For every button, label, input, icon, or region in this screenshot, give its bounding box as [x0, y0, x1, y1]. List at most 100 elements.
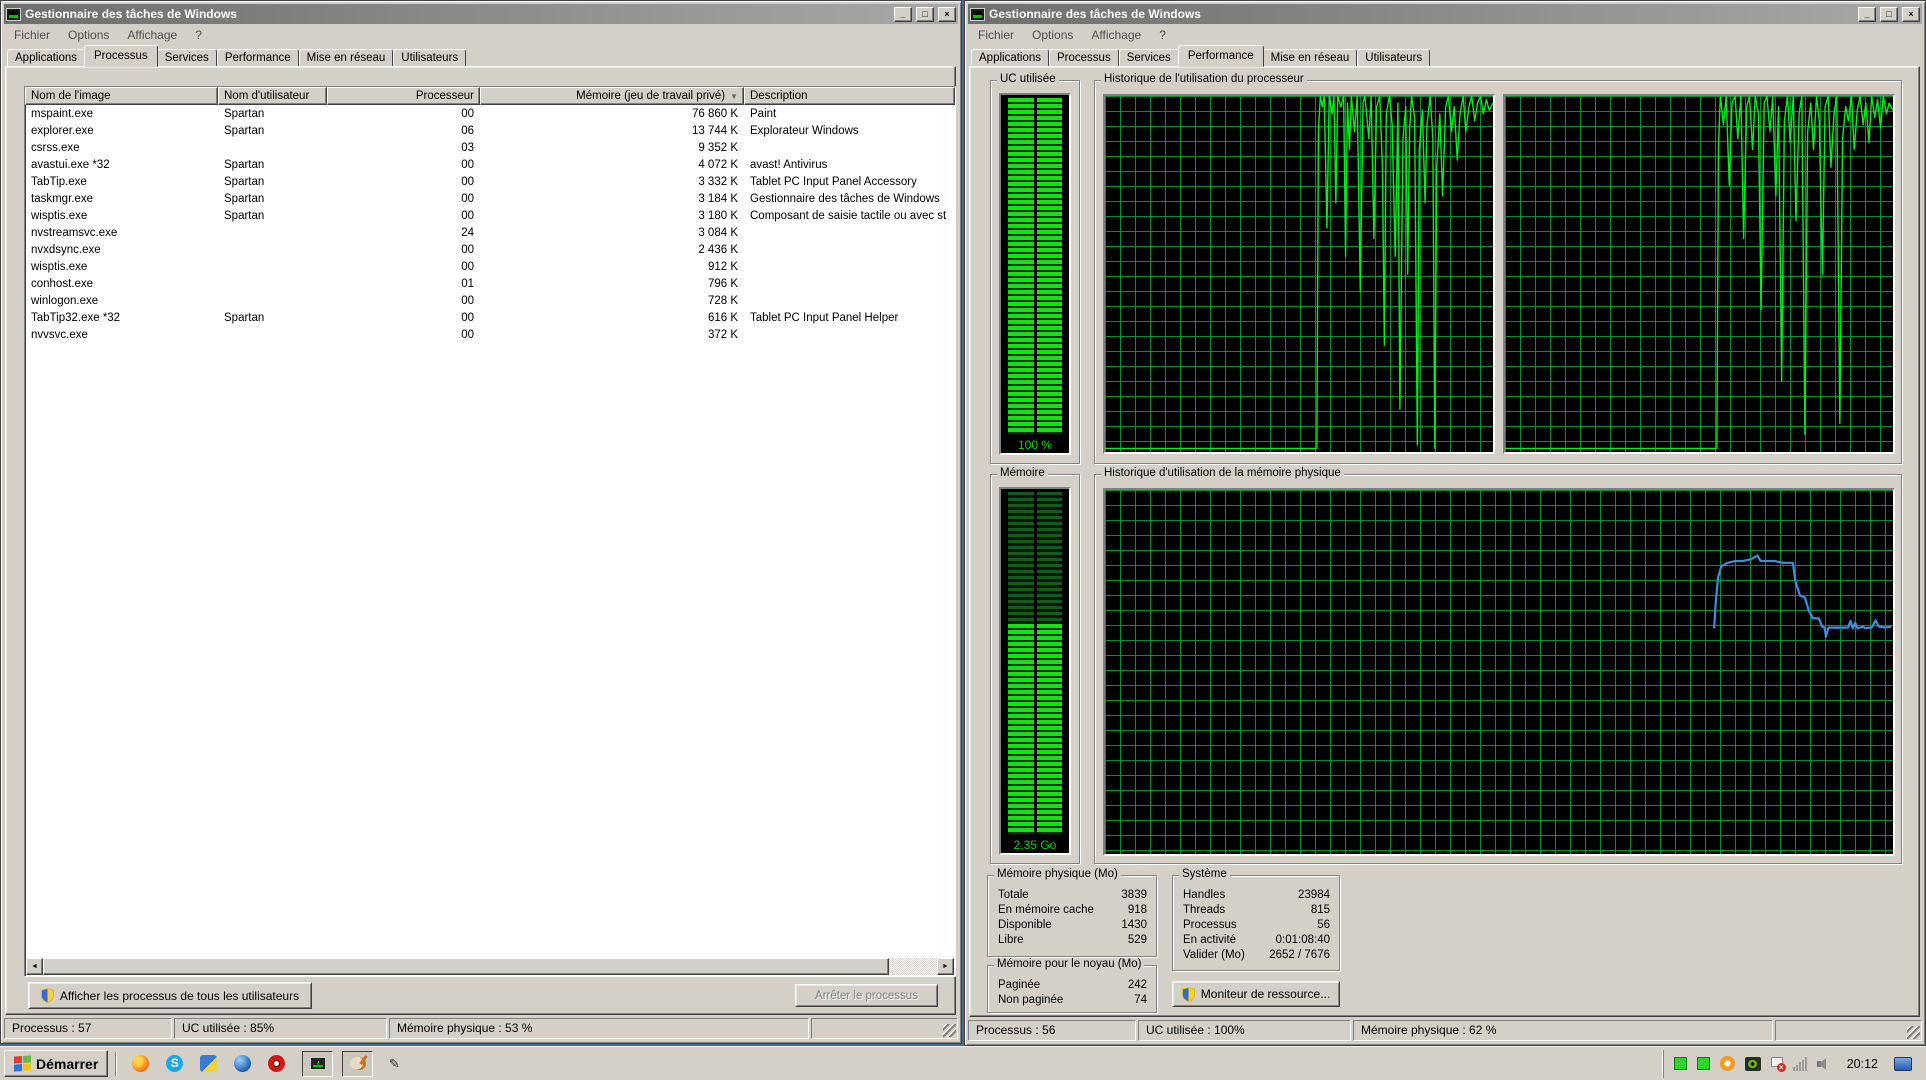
column-header-nom-de-l-image[interactable]: Nom de l'image — [25, 87, 218, 105]
tray-green-status-icon[interactable] — [1696, 1057, 1710, 1070]
tab-processus[interactable]: Processus — [1049, 49, 1119, 67]
tab-processus[interactable]: Processus — [84, 45, 158, 67]
menu-item-fichier[interactable]: Fichier — [969, 27, 1023, 43]
cell: 3 332 K — [698, 175, 738, 188]
stat-row: Totale 3839 — [988, 887, 1156, 902]
stat-row: Handles 23984 — [1173, 887, 1339, 902]
menu-item-?[interactable]: ? — [1150, 27, 1175, 43]
titlebar[interactable]: Gestionnaire des tâches de Windows _ □ × — [968, 4, 1922, 24]
show-all-processes-button[interactable]: Afficher les processus de tous les utili… — [28, 982, 312, 1009]
cell: 4 072 K — [698, 158, 738, 171]
end-process-button[interactable]: Arrêter le processus — [795, 984, 938, 1007]
tab-mise-en-r-seau[interactable]: Mise en réseau — [1262, 49, 1358, 67]
status-filler — [811, 1018, 958, 1039]
cell: 01 — [461, 277, 474, 290]
cell: Spartan — [224, 311, 265, 324]
gauge-column — [1008, 492, 1034, 834]
resource-monitor-button[interactable]: Moniteur de ressource... — [1172, 981, 1340, 1007]
network-signal-icon[interactable] — [1792, 1056, 1807, 1071]
blue-orb-app-icon[interactable] — [234, 1055, 252, 1072]
column-header-m-moire-jeu-de-travail-priv[interactable]: Mémoire (jeu de travail privé) ▼ — [480, 87, 744, 105]
menu-item-fichier[interactable]: Fichier — [5, 27, 59, 43]
tab-utilisateurs[interactable]: Utilisateurs — [393, 49, 467, 67]
table-row[interactable]: nvvsvc.exe 00 372 K — [25, 326, 955, 343]
scroll-left-button[interactable]: ◄ — [26, 958, 43, 975]
close-button[interactable]: × — [938, 6, 956, 22]
menu-item-?[interactable]: ? — [186, 27, 211, 43]
column-header-description[interactable]: Description — [744, 87, 955, 105]
table-row[interactable]: winlogon.exe 00 728 K — [25, 292, 955, 309]
show-desktop-button[interactable] — [1894, 1056, 1912, 1071]
menu-item-options[interactable]: Options — [59, 27, 118, 43]
resize-grip[interactable] — [1907, 1026, 1920, 1039]
system-group: Système Handles 23984 Threads 815 Processus 5… — [1172, 868, 1340, 971]
tab-applications[interactable]: Applications — [971, 49, 1050, 67]
stat-row: Non paginée 74 — [988, 992, 1156, 1007]
titlebar[interactable]: Gestionnaire des tâches de Windows _ □ × — [4, 4, 958, 24]
tab-utilisateurs[interactable]: Utilisateurs — [1357, 49, 1431, 67]
status-bar: Processus : 57 UC utilisée : 85% Mémoire p… — [4, 1018, 958, 1039]
stat-row: En mémoire cache 918 — [988, 902, 1156, 917]
maximize-button[interactable]: □ — [916, 6, 934, 22]
tab-applications[interactable]: Applications — [7, 49, 86, 67]
cell: 76 860 K — [691, 107, 738, 120]
tray-green-status-icon[interactable] — [1673, 1057, 1687, 1070]
clock[interactable]: 20:12 — [1841, 1057, 1884, 1071]
tab-performance[interactable]: Performance — [216, 49, 299, 67]
tab-performance[interactable]: Performance — [1177, 45, 1264, 67]
table-row[interactable]: csrss.exe 03 9 352 K — [25, 139, 955, 156]
column-header-nom-d-utilisateur[interactable]: Nom d'utilisateur — [218, 87, 327, 105]
column-header-processeur[interactable]: Processeur — [327, 87, 480, 105]
resize-grip[interactable] — [943, 1024, 956, 1037]
table-row[interactable]: nvxdsync.exe 00 2 436 K — [25, 241, 955, 258]
scrollbar-thumb[interactable] — [43, 958, 889, 975]
action-center-flag-icon[interactable] — [1770, 1056, 1786, 1072]
close-button[interactable]: × — [1902, 6, 1920, 22]
tablet-pen-input-button[interactable]: ✎ — [381, 1052, 407, 1076]
stat-label: En mémoire cache — [998, 903, 1094, 916]
cpu-usage-gauge: 100 % — [999, 93, 1071, 455]
table-row[interactable]: explorer.exe Spartan 06 13 744 K Explorateur… — [25, 122, 955, 139]
tab-mise-en-r-seau[interactable]: Mise en réseau — [298, 49, 394, 67]
table-row[interactable]: taskmgr.exe Spartan 00 3 184 K Gestionnaire … — [25, 190, 955, 207]
stat-value: 1430 — [1121, 918, 1147, 931]
volume-icon[interactable] — [1816, 1057, 1831, 1071]
scrollbar-track[interactable] — [889, 958, 937, 975]
memory-history-group: Historique d'utilisation de la mémoire p… — [1094, 467, 1902, 864]
cell: Gestionnaire des tâches de Windows — [750, 192, 940, 205]
minimize-button[interactable]: _ — [1858, 6, 1876, 22]
menu-item-affichage[interactable]: Affichage — [118, 27, 186, 43]
cell: 728 K — [707, 294, 738, 307]
scroll-right-button[interactable]: ► — [937, 958, 954, 975]
cell: 00 — [461, 328, 474, 341]
tab-services[interactable]: Services — [1118, 49, 1179, 67]
table-row[interactable]: wisptis.exe 00 912 K — [25, 258, 955, 275]
stat-row: Libre 529 — [988, 932, 1156, 947]
start-button[interactable]: Démarrer — [4, 1050, 109, 1077]
menu-item-affichage[interactable]: Affichage — [1082, 27, 1150, 43]
red-app-icon[interactable] — [268, 1055, 286, 1072]
tab-services[interactable]: Services — [156, 49, 217, 67]
taskbar-button-task-manager[interactable] — [302, 1050, 334, 1077]
taskbar-button-paint[interactable] — [342, 1050, 374, 1077]
table-row[interactable]: TabTip.exe Spartan 00 3 332 K Tablet PC Inpu… — [25, 173, 955, 190]
memory-history-group-label: Historique d'utilisation de la mémoire p… — [1101, 467, 1344, 479]
tray-orange-app-icon[interactable] — [1719, 1056, 1735, 1071]
table-row[interactable]: TabTip32.exe *32 Spartan 00 616 K Tablet PC … — [25, 309, 955, 326]
minimize-button[interactable]: _ — [894, 6, 912, 22]
table-row[interactable]: mspaint.exe Spartan 00 76 860 K Paint — [25, 105, 955, 122]
nvidia-settings-icon[interactable] — [1744, 1056, 1761, 1071]
cell: 24 — [461, 226, 474, 239]
table-row[interactable]: avastui.exe *32 Spartan 00 4 072 K avast! An… — [25, 156, 955, 173]
table-row[interactable]: wisptis.exe Spartan 00 3 180 K Composant de … — [25, 207, 955, 224]
quick-launch-app-icon[interactable] — [200, 1055, 218, 1072]
processes-tab-page: Nom de l'image Nom d'utilisateur Processeu… — [5, 66, 956, 1015]
memory-gauge-group-label: Mémoire — [997, 467, 1048, 479]
horizontal-scrollbar[interactable]: ◄ ► — [26, 958, 954, 975]
firefox-icon[interactable] — [132, 1055, 150, 1072]
maximize-button[interactable]: □ — [1880, 6, 1898, 22]
menu-item-options[interactable]: Options — [1023, 27, 1082, 43]
table-row[interactable]: nvstreamsvc.exe 24 3 084 K — [25, 224, 955, 241]
skype-icon[interactable]: S — [166, 1055, 184, 1072]
table-row[interactable]: conhost.exe 01 796 K — [25, 275, 955, 292]
